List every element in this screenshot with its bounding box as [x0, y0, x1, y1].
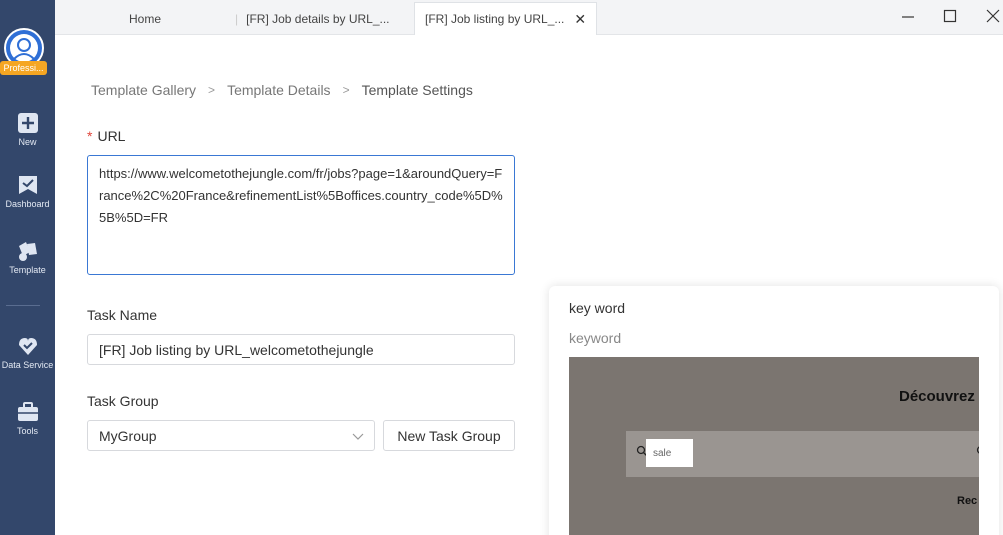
sidebar-item-label: New — [18, 137, 37, 147]
url-label-text: URL — [97, 128, 126, 144]
keyword-panel: key word keyword Découvrez sale Rec — [549, 286, 999, 535]
tab-bar: Home | [FR] Job details by URL_... [FR] … — [55, 0, 1003, 35]
panel-subtitle: keyword — [569, 330, 622, 346]
sidebar-item-template[interactable]: Template — [0, 240, 55, 275]
new-task-group-button[interactable]: New Task Group — [383, 420, 515, 451]
preview-search-input: sale — [646, 439, 693, 467]
data-service-icon — [18, 338, 37, 355]
sidebar-item-label: Tools — [16, 426, 38, 436]
preview-bottom-text: Rec — [957, 495, 978, 507]
sidebar-item-dashboard[interactable]: Dashboard — [0, 174, 55, 209]
plan-badge: Professi... — [0, 61, 47, 75]
task-group-value: MyGroup — [99, 427, 157, 444]
tab-close-icon[interactable]: ✕ — [574, 11, 586, 28]
task-name-input[interactable]: [FR] Job listing by URL_welcometothejung… — [87, 334, 515, 365]
tab-label: [FR] Job listing by URL_... — [425, 12, 565, 26]
tab-home[interactable]: Home — [129, 2, 161, 35]
minimize-icon[interactable] — [894, 4, 922, 28]
chevron-right-icon: > — [342, 83, 350, 97]
breadcrumb-template-settings: Template Settings — [361, 82, 473, 98]
tab-label: [FR] Job details by URL_... — [246, 11, 390, 26]
sidebar-item-label: Data Service — [1, 360, 54, 370]
chevron-right-icon: > — [208, 83, 216, 97]
search-icon — [976, 446, 979, 454]
tab-job-listing[interactable]: [FR] Job listing by URL_... ✕ — [414, 2, 598, 35]
maximize-icon[interactable] — [936, 4, 964, 28]
sidebar: Professi... New Dashboard Template Data … — [0, 0, 55, 535]
tab-label: Home — [129, 11, 162, 26]
preview-image: Découvrez sale Rec — [569, 357, 979, 535]
sidebar-item-tools[interactable]: Tools — [0, 401, 55, 436]
breadcrumb-template-gallery[interactable]: Template Gallery — [91, 82, 196, 98]
user-icon — [10, 34, 38, 62]
preview-heading: Découvrez — [899, 388, 975, 405]
chevron-down-icon — [352, 433, 364, 440]
tab-job-details[interactable]: | [FR] Job details by URL_... — [235, 2, 390, 35]
close-icon[interactable] — [979, 4, 1003, 28]
url-textarea[interactable]: https://www.welcometothejungle.com/fr/jo… — [87, 155, 515, 275]
sidebar-item-label: Template — [9, 265, 46, 275]
sidebar-divider — [6, 305, 40, 306]
task-name-value: [FR] Job listing by URL_welcometothejung… — [99, 341, 374, 358]
sidebar-item-data-service[interactable]: Data Service — [0, 335, 55, 370]
task-group-select[interactable]: MyGroup — [87, 420, 375, 451]
tab-separator: | — [235, 11, 239, 26]
required-mark: * — [87, 128, 93, 144]
url-label: * URL — [87, 128, 125, 144]
breadcrumb-template-details[interactable]: Template Details — [227, 82, 331, 98]
plus-square-icon — [17, 113, 38, 133]
template-icon — [18, 242, 37, 261]
task-name-label: Task Name — [87, 307, 158, 323]
dashboard-icon — [18, 176, 37, 194]
breadcrumb: Template Gallery > Template Details > Te… — [91, 82, 473, 98]
panel-title: key word — [569, 300, 626, 316]
preview-search-bar: sale — [626, 431, 979, 477]
sidebar-item-new[interactable]: New — [0, 112, 55, 147]
sidebar-item-label: Dashboard — [5, 199, 50, 209]
toolbox-icon — [17, 402, 38, 421]
task-group-label: Task Group — [87, 393, 159, 409]
